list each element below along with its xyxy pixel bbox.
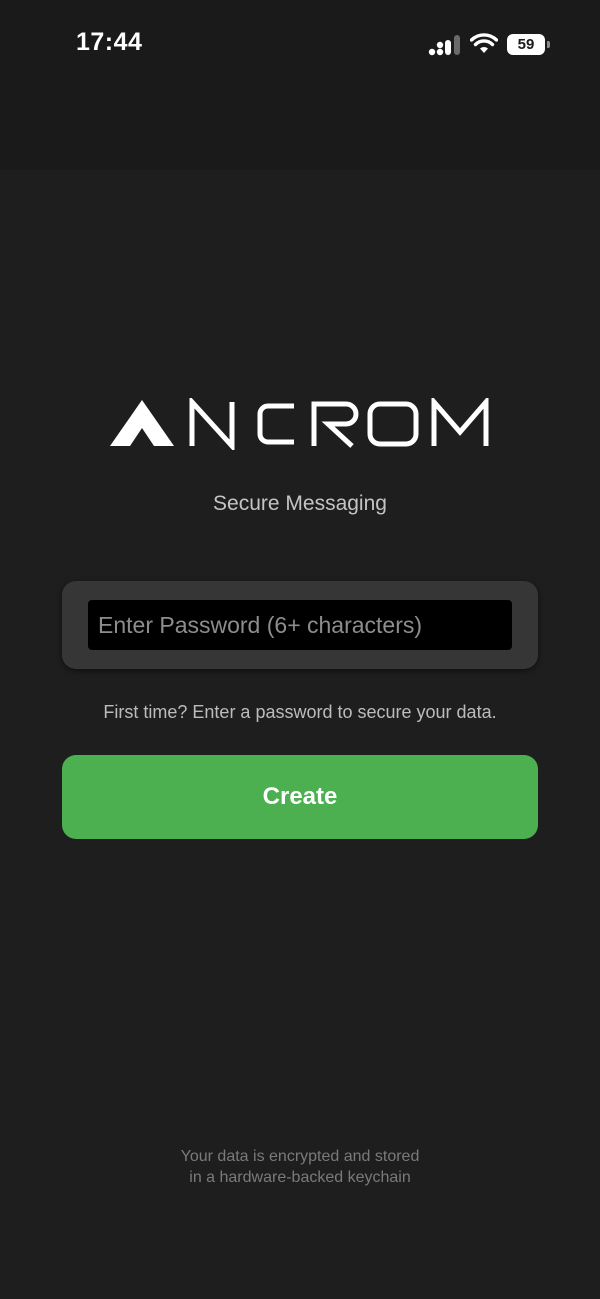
- create-button[interactable]: Create: [62, 755, 538, 839]
- battery-level: 59: [507, 34, 545, 55]
- footer-line-1: Your data is encrypted and stored: [180, 1148, 420, 1165]
- logo-wordmark: [110, 398, 489, 450]
- ancrom-logo: [108, 398, 492, 450]
- password-card: [62, 581, 538, 669]
- footer-line-2: in a hardware-backed keychain: [189, 1169, 411, 1186]
- footer-note: Your data is encrypted and stored in a h…: [0, 1146, 600, 1188]
- signal-icon: [428, 35, 460, 56]
- battery-icon: 59: [507, 34, 551, 56]
- status-bar: 17:44 59: [0, 0, 600, 170]
- first-time-hint: First time? Enter a password to secure y…: [103, 702, 497, 722]
- subtitle: Secure Messaging: [213, 492, 387, 515]
- battery-cap: [547, 41, 550, 48]
- wifi-icon: [470, 33, 498, 53]
- status-time: 17:44: [76, 28, 143, 56]
- password-input[interactable]: [88, 600, 512, 650]
